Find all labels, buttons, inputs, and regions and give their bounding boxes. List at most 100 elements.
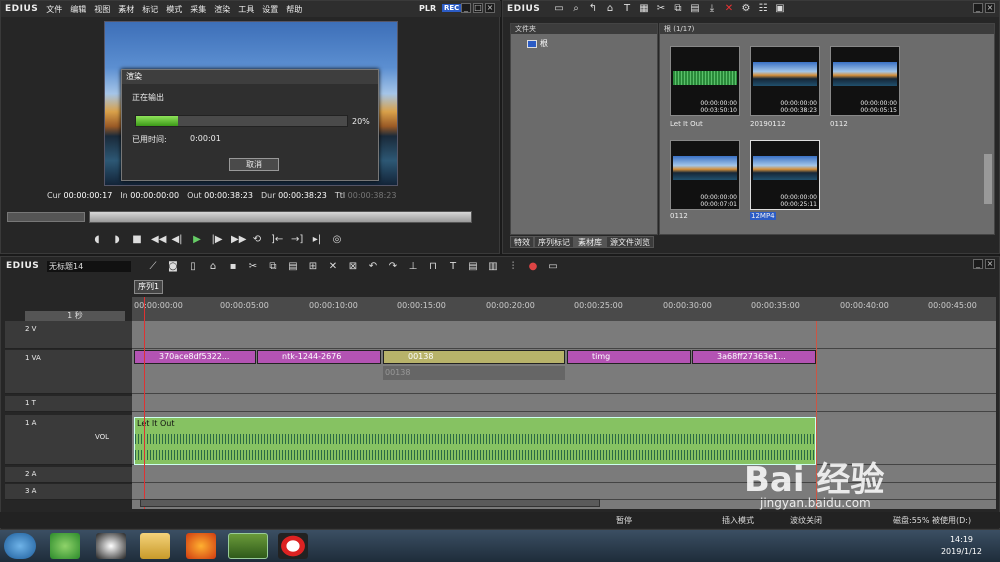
- video-clip[interactable]: 3a68ff27363e1...: [692, 350, 816, 364]
- explorer-icon[interactable]: [140, 533, 170, 559]
- step-forward-icon[interactable]: |▶: [211, 234, 223, 246]
- bin-settings-icon[interactable]: ▣: [774, 3, 786, 15]
- ripple-delete-icon[interactable]: ⊠: [347, 261, 359, 273]
- undo-icon[interactable]: ↶: [367, 261, 379, 273]
- tab-effects[interactable]: 特效: [510, 236, 534, 248]
- close-icon[interactable]: ×: [485, 3, 495, 13]
- new-sequence-icon[interactable]: ▯: [187, 261, 199, 273]
- cut-icon[interactable]: ✂: [247, 261, 259, 273]
- loop-icon[interactable]: ⟲: [251, 234, 263, 246]
- cancel-button[interactable]: 取消: [229, 158, 279, 171]
- audio-clip[interactable]: Let It Out: [134, 417, 816, 465]
- replace-icon[interactable]: ⊞: [307, 261, 319, 273]
- step-back-icon[interactable]: ◀|: [171, 234, 183, 246]
- clip-thumb[interactable]: 00:00:00:00 00:00:38:23: [750, 46, 820, 116]
- overwrite-to-timeline-icon[interactable]: →]: [291, 234, 303, 246]
- mode-icon[interactable]: ⟋: [147, 261, 159, 273]
- track-2v[interactable]: [132, 321, 996, 349]
- title-icon[interactable]: T: [621, 3, 633, 15]
- clip-thumb-selected[interactable]: 00:00:00:00 00:00:25:11: [750, 140, 820, 210]
- up-folder-icon[interactable]: ↰: [587, 3, 599, 15]
- track-header-1a[interactable]: 1 A VOL: [5, 415, 132, 465]
- clip-thumb[interactable]: 00:00:00:00 00:00:05:15: [830, 46, 900, 116]
- search-icon[interactable]: ⌕: [570, 3, 582, 15]
- track-header-2v[interactable]: 2 V: [5, 321, 132, 349]
- stop-icon[interactable]: ■: [131, 234, 143, 246]
- tab-bin[interactable]: 素材库: [574, 236, 606, 248]
- insert-to-timeline-icon[interactable]: ]←: [271, 234, 283, 246]
- set-in-icon[interactable]: ◖: [91, 234, 103, 246]
- minimize-icon[interactable]: _: [461, 3, 471, 13]
- set-out-icon[interactable]: ◗: [111, 234, 123, 246]
- copy-icon[interactable]: ⧉: [672, 3, 684, 15]
- play-icon[interactable]: ▶: [191, 234, 203, 246]
- rec-toggle[interactable]: REC: [442, 4, 462, 12]
- menu-help[interactable]: 帮助: [286, 4, 302, 15]
- position-scrubber[interactable]: [89, 211, 472, 223]
- track-header-1t[interactable]: 1 T: [5, 396, 132, 412]
- recorder-icon[interactable]: [278, 533, 308, 559]
- timeline-hscroll[interactable]: [140, 499, 600, 507]
- cut-icon[interactable]: ✂: [655, 3, 667, 15]
- minimize-icon[interactable]: _: [973, 3, 983, 13]
- copy-icon[interactable]: ⧉: [267, 261, 279, 273]
- open-icon[interactable]: ⌂: [604, 3, 616, 15]
- plr-toggle[interactable]: PLR: [419, 4, 436, 13]
- save-icon[interactable]: ▪: [227, 261, 239, 273]
- trim-icon[interactable]: ⊓: [427, 261, 439, 273]
- mixer-icon[interactable]: ⫶: [507, 261, 519, 273]
- video-clip[interactable]: timg: [567, 350, 691, 364]
- track-1t[interactable]: [132, 396, 996, 412]
- render-icon[interactable]: ▤: [467, 261, 479, 273]
- rewind-icon[interactable]: ◀◀: [151, 234, 166, 246]
- properties-icon[interactable]: ⚙: [740, 3, 752, 15]
- view-icon[interactable]: ☷: [757, 3, 769, 15]
- open-project-icon[interactable]: ⌂: [207, 261, 219, 273]
- app-360-icon[interactable]: [50, 533, 80, 559]
- mark-clip-icon[interactable]: ▸|: [311, 234, 323, 246]
- clip-thumb[interactable]: 00:00:00:00 00:03:50:10: [670, 46, 740, 116]
- qq-icon[interactable]: [96, 533, 126, 559]
- video-clip[interactable]: ntk-1244-2676: [257, 350, 381, 364]
- start-button[interactable]: [4, 533, 36, 559]
- video-clip[interactable]: 370ace8df5322...: [134, 350, 256, 364]
- layout-icon[interactable]: ▭: [547, 261, 559, 273]
- menu-tools[interactable]: 工具: [238, 4, 254, 15]
- close-icon[interactable]: ×: [985, 259, 995, 269]
- storyboard-icon[interactable]: ▥: [487, 261, 499, 273]
- clip-thumb[interactable]: 00:00:00:00 00:00:07:01: [670, 140, 740, 210]
- record-voice-icon[interactable]: ●: [527, 261, 539, 273]
- menu-clip[interactable]: 素材: [118, 4, 134, 15]
- split-icon[interactable]: ⊥: [407, 261, 419, 273]
- video-clip-selected[interactable]: 00138: [383, 350, 565, 364]
- menu-view[interactable]: 视图: [94, 4, 110, 15]
- folder-icon[interactable]: ▭: [553, 3, 565, 15]
- shuttle-slider[interactable]: [7, 212, 85, 222]
- firefox-icon[interactable]: [186, 533, 216, 559]
- edius-taskbar-icon[interactable]: [228, 533, 268, 559]
- maximize-icon[interactable]: □: [473, 3, 483, 13]
- export-icon[interactable]: ◎: [331, 234, 343, 246]
- tab-source-browser[interactable]: 源文件浏览: [606, 236, 654, 248]
- snapshot-icon[interactable]: ◙: [167, 261, 179, 273]
- fast-forward-icon[interactable]: ▶▶: [231, 234, 246, 246]
- track-1va[interactable]: 370ace8df5322... ntk-1244-2676 00138 tim…: [132, 350, 996, 394]
- clip-scrollbar[interactable]: [984, 154, 992, 204]
- track-header-3a[interactable]: 3 A: [5, 484, 132, 500]
- project-name-field[interactable]: 无标题14: [47, 261, 131, 272]
- paste-icon[interactable]: ▤: [689, 3, 701, 15]
- track-header-2a[interactable]: 2 A: [5, 467, 132, 483]
- new-clip-icon[interactable]: ▦: [638, 3, 650, 15]
- menu-render[interactable]: 渲染: [214, 4, 230, 15]
- folder-root[interactable]: 根: [527, 38, 548, 49]
- menu-mode[interactable]: 模式: [166, 4, 182, 15]
- title-icon[interactable]: T: [447, 261, 459, 273]
- tab-seq-markers[interactable]: 序列标记: [534, 236, 574, 248]
- menu-capture[interactable]: 采集: [190, 4, 206, 15]
- delete-icon[interactable]: ✕: [327, 261, 339, 273]
- close-icon[interactable]: ×: [985, 3, 995, 13]
- redo-icon[interactable]: ↷: [387, 261, 399, 273]
- paste-icon[interactable]: ▤: [287, 261, 299, 273]
- menu-settings[interactable]: 设置: [262, 4, 278, 15]
- tab-sequence[interactable]: 序列1: [134, 280, 164, 294]
